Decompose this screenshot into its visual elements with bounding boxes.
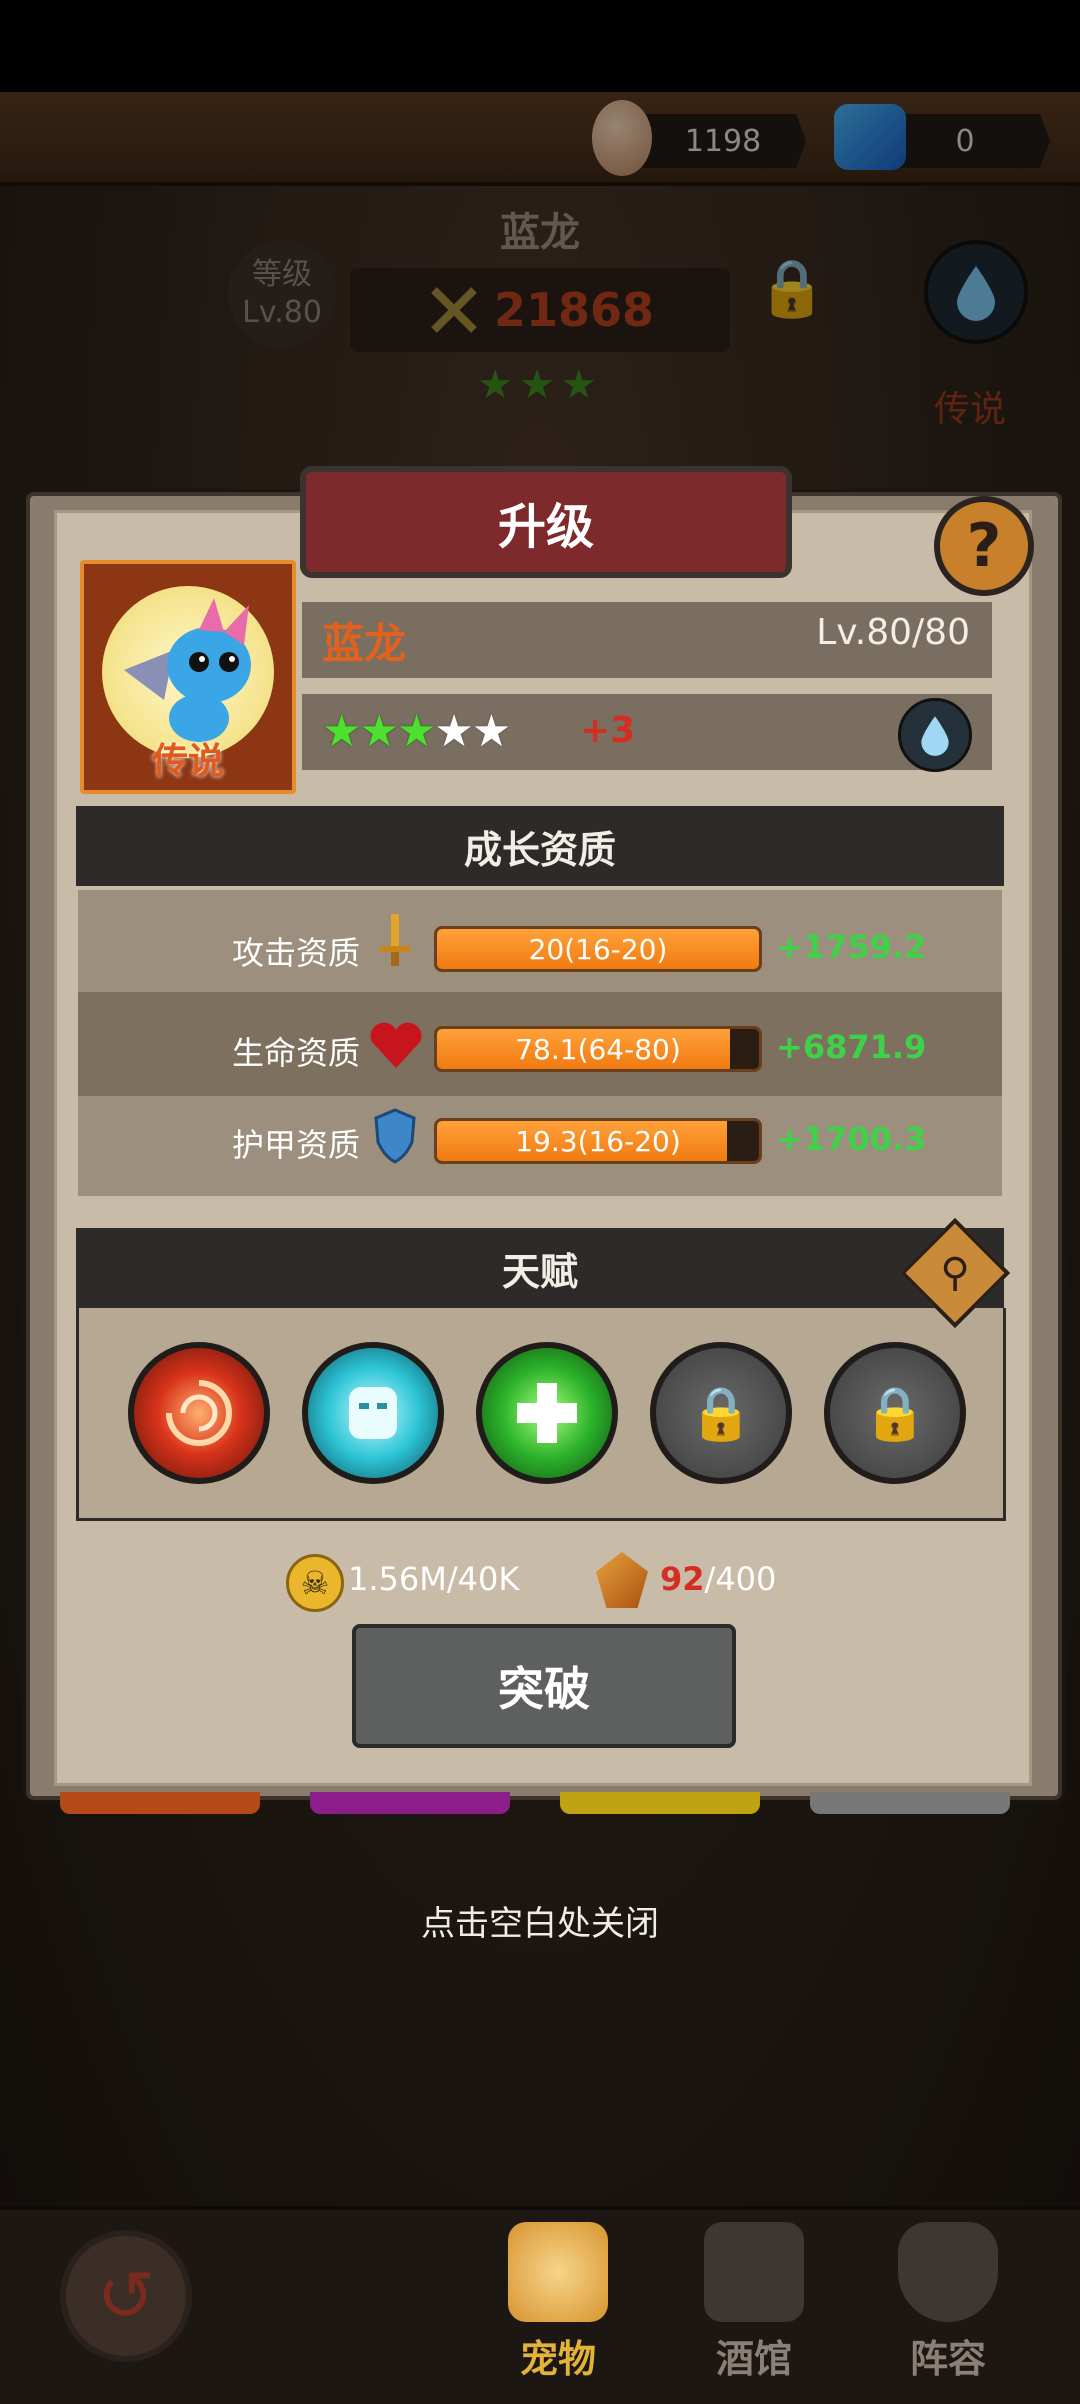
strip-1 — [60, 1792, 260, 1814]
lock-icon: 🔒 — [688, 1383, 754, 1444]
filled-stars: ★★★ — [322, 706, 436, 757]
tavern-icon — [704, 2222, 804, 2322]
armor-aptitude-bonus: +1700.3 — [776, 1120, 927, 1158]
formation-shield-icon — [898, 2222, 998, 2322]
nav-item-tavern[interactable]: 酒馆 — [684, 2218, 824, 2390]
talent-slot-fire[interactable] — [128, 1342, 270, 1484]
attack-aptitude-label: 攻击资质 — [231, 934, 360, 972]
empty-stars: ★★ — [434, 706, 511, 757]
dialog-title: 升级 — [300, 466, 792, 578]
water-element-icon — [898, 698, 972, 772]
crystal-total: /400 — [704, 1560, 777, 1598]
status-bar — [0, 0, 1080, 92]
shield-icon — [374, 1108, 416, 1164]
talent-slot-locked-1[interactable]: 🔒 — [650, 1342, 792, 1484]
breakthrough-button[interactable]: 突破 — [352, 1624, 736, 1748]
lock-icon: 🔒 — [862, 1383, 928, 1444]
background-tabs — [60, 1792, 1020, 1814]
skull-coin-icon: ☠ — [286, 1554, 344, 1612]
nav-label-tavern: 酒馆 — [715, 2337, 792, 2381]
strip-3 — [560, 1792, 760, 1814]
strip-2 — [310, 1792, 510, 1814]
blue-dragon-icon — [124, 598, 251, 742]
nav-item-formation[interactable]: 阵容 — [878, 2218, 1018, 2390]
attack-aptitude-bonus: +1759.2 — [776, 928, 927, 966]
heart-icon — [370, 1022, 422, 1068]
health-aptitude-bonus: +6871.9 — [776, 1028, 927, 1066]
ice-golem-icon — [349, 1387, 397, 1439]
crystal-current: 92 — [660, 1560, 705, 1598]
help-button[interactable]: ? — [934, 496, 1034, 596]
star-bonus: +3 — [580, 710, 636, 751]
talent-section-header: 天赋 — [76, 1228, 1004, 1308]
nav-label-pets: 宠物 — [519, 2337, 596, 2381]
attack-aptitude-value: 20(16-20) — [528, 932, 668, 966]
fire-vortex-icon — [166, 1380, 232, 1446]
health-aptitude-value: 78.1(64-80) — [515, 1032, 681, 1066]
health-aptitude-label: 生命资质 — [231, 1034, 360, 1072]
talent-slot-heal[interactable] — [476, 1342, 618, 1484]
pet-name: 蓝龙 — [322, 619, 407, 668]
hamster-icon — [508, 2222, 608, 2322]
gold-cost: 1.56M/40K — [348, 1560, 520, 1598]
nav-label-formation: 阵容 — [909, 2337, 986, 2381]
rarity-label: 传说 — [151, 741, 224, 782]
close-hint: 点击空白处关闭 — [421, 1904, 659, 1944]
attack-aptitude-bar: 20(16-20) — [434, 926, 762, 972]
growth-section-header: 成长资质 — [76, 806, 1004, 886]
back-arrow-icon: ↺ — [96, 2255, 156, 2337]
crystal-cost: 92/400 — [660, 1560, 776, 1598]
heal-cross-icon — [517, 1383, 577, 1443]
nav-item-pets[interactable]: 宠物 — [488, 2218, 628, 2390]
pet-portrait: 传说 — [80, 560, 296, 794]
sword-icon — [380, 914, 410, 966]
talent-slot-golem[interactable] — [302, 1342, 444, 1484]
back-button[interactable]: ↺ — [60, 2230, 192, 2362]
star-rating: ★★★★★ — [322, 706, 511, 757]
health-aptitude-bar: 78.1(64-80) — [434, 1026, 762, 1072]
key-icon: ⚲ — [940, 1250, 970, 1296]
armor-aptitude-value: 19.3(16-20) — [515, 1124, 681, 1158]
armor-aptitude-label: 护甲资质 — [231, 1126, 360, 1164]
pet-level: Lv.80/80 — [816, 612, 970, 653]
armor-aptitude-bar: 19.3(16-20) — [434, 1118, 762, 1164]
talent-slot-locked-2[interactable]: 🔒 — [824, 1342, 966, 1484]
strip-4 — [810, 1792, 1010, 1814]
